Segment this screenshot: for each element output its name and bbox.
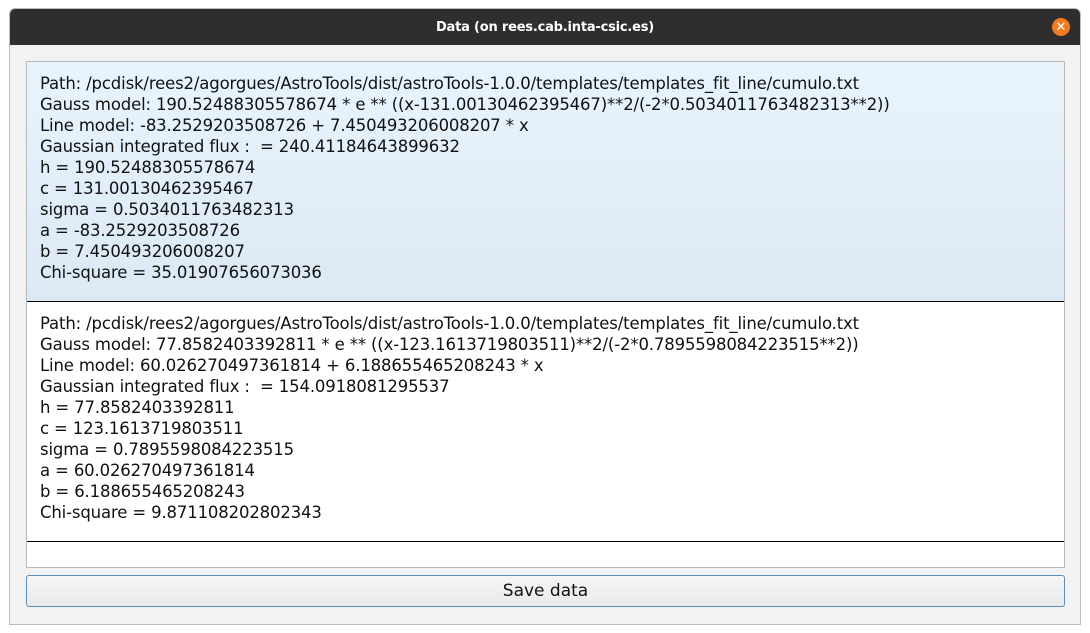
- gauss-model-line: Gauss model: 190.52488305578674 * e ** (…: [40, 95, 890, 114]
- h-value-line: h = 190.52488305578674: [40, 158, 256, 177]
- a-value-line: a = -83.2529203508726: [40, 221, 240, 240]
- title-bar[interactable]: Data (on rees.cab.inta-csic.es) ✕: [10, 9, 1080, 45]
- line-model-line: Line model: -83.2529203508726 + 7.450493…: [40, 116, 529, 135]
- sigma-value-line: sigma = 0.5034011763482313: [40, 200, 294, 219]
- integrated-flux-line: Gaussian integrated flux : = 154.0918081…: [40, 377, 450, 396]
- results-list[interactable]: Path: /pcdisk/rees2/agorgues/AstroTools/…: [26, 61, 1065, 568]
- sigma-value-line: sigma = 0.7895598084223515: [40, 440, 294, 459]
- b-value-line: b = 7.450493206008207: [40, 242, 245, 261]
- integrated-flux-line: Gaussian integrated flux : = 240.4118464…: [40, 137, 460, 156]
- b-value-line: b = 6.188655465208243: [40, 482, 245, 501]
- save-data-button[interactable]: Save data: [26, 575, 1065, 607]
- chi-square-line: Chi-square = 9.871108202802343: [40, 503, 322, 522]
- window-title: Data (on rees.cab.inta-csic.es): [435, 19, 655, 35]
- path-line: Path: /pcdisk/rees2/agorgues/AstroTools/…: [40, 314, 859, 333]
- a-value-line: a = 60.026270497361814: [40, 461, 255, 480]
- h-value-line: h = 77.8582403392811: [40, 398, 235, 417]
- c-value-line: c = 123.1613719803511: [40, 419, 244, 438]
- result-entry-1[interactable]: Path: /pcdisk/rees2/agorgues/AstroTools/…: [27, 62, 1064, 302]
- line-model-line: Line model: 60.026270497361814 + 6.18865…: [40, 356, 544, 375]
- result-entry-2[interactable]: Path: /pcdisk/rees2/agorgues/AstroTools/…: [27, 302, 1064, 542]
- close-icon[interactable]: ✕: [1052, 18, 1070, 36]
- data-window: Data (on rees.cab.inta-csic.es) ✕ Path: …: [9, 8, 1081, 625]
- c-value-line: c = 131.00130462395467: [40, 179, 254, 198]
- path-line: Path: /pcdisk/rees2/agorgues/AstroTools/…: [40, 74, 859, 93]
- chi-square-line: Chi-square = 35.01907656073036: [40, 263, 322, 282]
- gauss-model-line: Gauss model: 77.8582403392811 * e ** ((x…: [40, 335, 859, 354]
